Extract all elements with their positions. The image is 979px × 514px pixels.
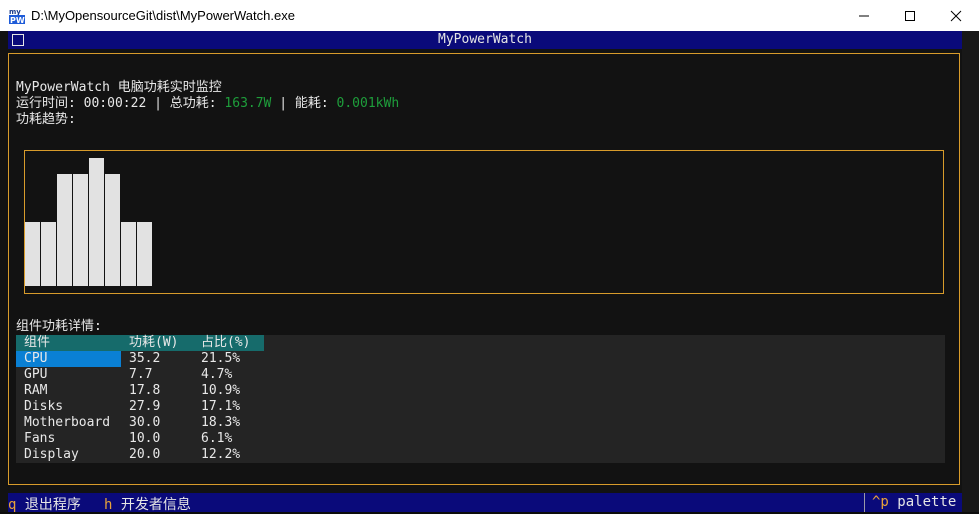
table-row[interactable]: Display 20.0 12.2% (16, 447, 945, 463)
developer-info-binding[interactable]: h 开发者信息 (104, 494, 191, 514)
chart-bar (41, 222, 56, 286)
table-header: 组件 功耗(W) 占比(%) (16, 335, 945, 351)
power-value: 163.7W (224, 96, 272, 111)
table-row[interactable]: Motherboard 30.0 18.3% (16, 415, 945, 431)
cell-power: 17.8 (129, 383, 161, 398)
cell-percent: 17.1% (201, 399, 241, 414)
cell-percent: 10.9% (201, 383, 241, 398)
separator: | (279, 96, 288, 111)
close-button[interactable] (933, 0, 979, 31)
table-row[interactable]: GPU 7.7 4.7% (16, 367, 945, 383)
power-trend-chart (24, 150, 944, 294)
palette-key: ^p (872, 494, 889, 510)
app-heading: MyPowerWatch 电脑功耗实时监控 (16, 80, 222, 95)
cell-power: 35.2 (129, 351, 161, 366)
separator: | (154, 96, 162, 111)
app-header: MyPowerWatch (8, 31, 962, 49)
cell-component: CPU (24, 351, 48, 366)
cell-power: 30.0 (129, 415, 161, 430)
column-header-percent[interactable]: 占比(%) (201, 335, 250, 351)
maximize-icon (905, 10, 915, 21)
chart-bar (105, 174, 120, 286)
cell-component: Fans (24, 431, 56, 446)
palette-label: palette (897, 494, 957, 510)
app-icon: my PW (9, 8, 25, 24)
table-row[interactable]: Disks 27.9 17.1% (16, 399, 945, 415)
energy-label: 能耗: (294, 96, 329, 111)
chart-bar (57, 174, 72, 286)
window-title: D:\MyOpensourceGit\dist\MyPowerWatch.exe (31, 8, 295, 23)
column-header-component[interactable]: 组件 (24, 335, 50, 351)
cell-percent: 21.5% (201, 351, 241, 366)
scrollbar-track[interactable] (962, 31, 979, 512)
runtime-value: 00:00:22 (83, 96, 147, 111)
terminal-area: MyPowerWatch MyPowerWatch 电脑功耗实时监控 运行时间:… (0, 31, 979, 514)
maximize-button[interactable] (887, 0, 933, 31)
runtime-label: 运行时间: (16, 96, 76, 111)
header-title: MyPowerWatch (438, 32, 532, 47)
dev-label: 开发者信息 (120, 497, 191, 513)
cell-power: 27.9 (129, 399, 161, 414)
cell-percent: 4.7% (201, 367, 233, 382)
palette-binding[interactable]: ^p palette (872, 494, 956, 510)
minimize-button[interactable] (841, 0, 887, 31)
footer-bar: q 退出程序 h 开发者信息 ^p palette (8, 493, 962, 514)
cell-percent: 12.2% (201, 447, 241, 462)
energy-value: 0.001kWh (336, 96, 400, 111)
cell-component: GPU (24, 367, 48, 382)
cell-power: 20.0 (129, 447, 161, 462)
quit-label: 退出程序 (24, 497, 81, 513)
column-header-power[interactable]: 功耗(W) (129, 335, 178, 351)
minimize-icon (859, 15, 869, 16)
cell-power: 7.7 (129, 367, 153, 382)
svg-text:my: my (9, 8, 21, 16)
status-line: 运行时间: 00:00:22 | 总功耗: 163.7W | 能耗: 0.001… (16, 96, 399, 112)
chart-bar (89, 158, 104, 286)
svg-text:PW: PW (10, 16, 25, 24)
table-row[interactable]: CPU 35.2 21.5% (16, 351, 945, 367)
cell-percent: 18.3% (201, 415, 241, 430)
dev-key: h (104, 497, 113, 513)
trend-label: 功耗趋势: (16, 112, 76, 127)
quit-binding[interactable]: q 退出程序 (8, 494, 81, 514)
components-title: 组件功耗详情: (16, 319, 102, 334)
table-row[interactable]: RAM 17.8 10.9% (16, 383, 945, 399)
cell-component: Disks (24, 399, 64, 414)
window-title-bar[interactable]: my PW D:\MyOpensourceGit\dist\MyPowerWat… (0, 0, 979, 31)
quit-key: q (8, 497, 17, 513)
cell-component: Display (24, 447, 79, 462)
power-label: 总功耗: (169, 96, 217, 111)
chart-bar (137, 222, 152, 286)
footer-divider (864, 493, 865, 512)
chart-bar (121, 222, 136, 286)
chart-bar (73, 174, 88, 286)
table-row[interactable]: Fans 10.0 6.1% (16, 431, 945, 447)
cell-component: Motherboard (24, 415, 111, 430)
components-table: 组件 功耗(W) 占比(%) CPU 35.2 21.5% GPU 7.7 4.7% RAM… (16, 335, 945, 463)
cell-power: 10.0 (129, 431, 161, 446)
cell-component: RAM (24, 383, 48, 398)
close-icon (950, 10, 962, 21)
chart-bar (25, 222, 40, 286)
cell-percent: 6.1% (201, 431, 233, 446)
